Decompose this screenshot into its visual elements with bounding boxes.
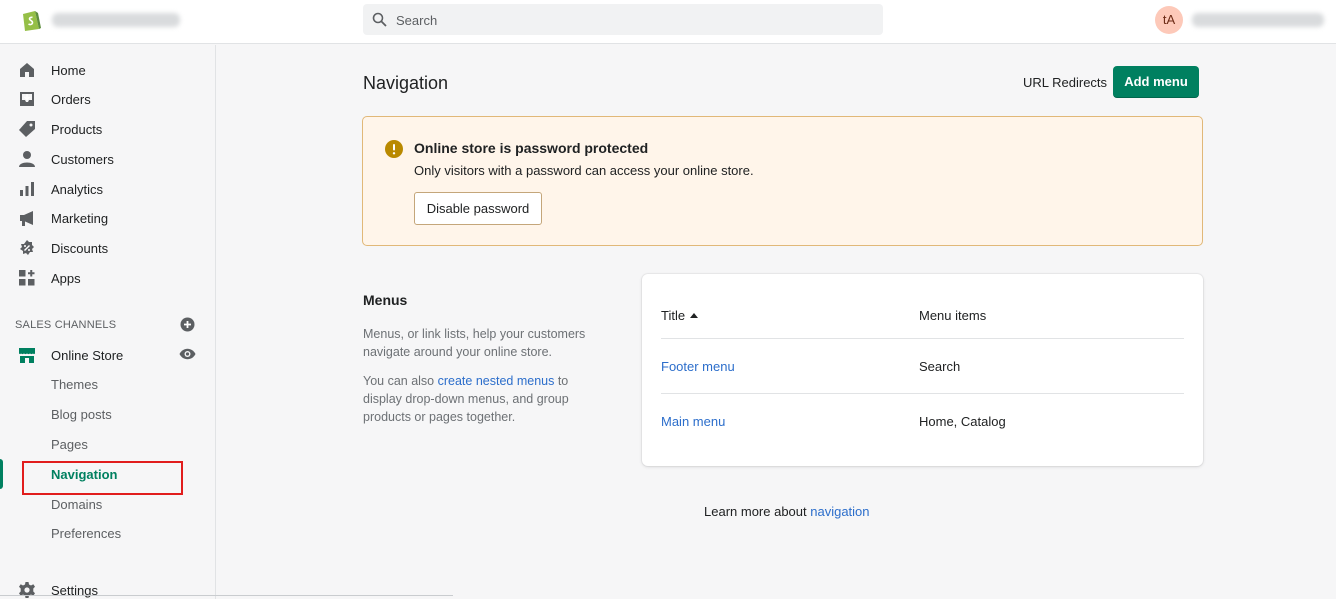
disable-password-button[interactable]: Disable password: [414, 192, 542, 225]
sidebar-subitem-themes[interactable]: Themes: [51, 377, 98, 392]
sidebar-item-orders[interactable]: Orders: [0, 85, 215, 113]
divider: [0, 595, 453, 596]
menu-title-footer[interactable]: Footer menu: [661, 359, 735, 374]
create-nested-menus-link[interactable]: create nested menus: [438, 374, 555, 388]
sidebar-item-label: Home: [51, 63, 86, 78]
sidebar-item-label: Online Store: [51, 348, 124, 363]
sort-ascending-icon: [690, 313, 699, 318]
column-header-title[interactable]: Title: [661, 308, 699, 323]
add-channel-icon[interactable]: [180, 317, 195, 332]
sidebar-item-products[interactable]: Products: [0, 115, 215, 143]
nested-menus-description: You can also create nested menus to disp…: [363, 372, 603, 426]
apps-icon: [19, 270, 35, 286]
row-divider: [661, 393, 1184, 394]
sidebar-subitem-pages[interactable]: Pages: [51, 437, 88, 452]
menus-table-card: Title Menu items Footer menu Search Main…: [642, 274, 1203, 466]
sales-channels-header: SALES CHANNELS: [15, 319, 117, 331]
password-protected-banner: Online store is password protected Only …: [362, 116, 1203, 246]
sidebar-subitem-blog-posts[interactable]: Blog posts: [51, 407, 112, 422]
menu-title-main[interactable]: Main menu: [661, 414, 725, 429]
gear-icon: [19, 582, 35, 598]
avatar[interactable]: tA: [1155, 6, 1183, 34]
sidebar-item-customers[interactable]: Customers: [0, 145, 215, 173]
megaphone-icon: [20, 211, 33, 226]
sidebar: Home Orders Products Customers Analytics…: [0, 45, 216, 599]
top-bar: Search tA: [0, 0, 1336, 44]
sidebar-item-label: Analytics: [51, 182, 104, 197]
home-icon: [20, 63, 34, 77]
sidebar-subitem-domains[interactable]: Domains: [51, 497, 102, 512]
navigation-help-link[interactable]: navigation: [810, 504, 869, 519]
banner-title: Online store is password protected: [414, 140, 649, 156]
orders-icon: [20, 92, 34, 106]
bar-chart-icon: [20, 182, 34, 196]
desc-text-before: You can also: [363, 374, 438, 388]
menus-section-title: Menus: [363, 292, 408, 308]
sidebar-item-label: Marketing: [51, 211, 109, 226]
menu-items-footer: Search: [919, 359, 961, 374]
search-placeholder: Search: [396, 13, 438, 28]
page-title: Navigation: [363, 73, 449, 93]
search-icon: [372, 12, 387, 27]
banner-text: Only visitors with a password can access…: [414, 163, 754, 178]
row-divider: [661, 338, 1184, 339]
view-store-eye-icon[interactable]: [179, 348, 196, 360]
warning-icon: [385, 140, 403, 158]
highlight-annotation: [22, 461, 183, 495]
active-indicator: [0, 459, 3, 489]
learn-more-text: Learn more about navigation: [704, 504, 870, 519]
add-menu-button[interactable]: Add menu: [1113, 66, 1199, 98]
store-name-blurred[interactable]: [52, 13, 180, 27]
account-name-blurred[interactable]: [1192, 13, 1324, 27]
column-header-menu-items: Menu items: [919, 308, 987, 323]
sidebar-item-label: Customers: [51, 152, 114, 167]
column-header-title-label: Title: [661, 308, 686, 323]
menu-items-main: Home, Catalog: [919, 414, 1006, 429]
tag-icon: [19, 121, 35, 137]
sidebar-item-label: Products: [51, 122, 103, 137]
url-redirects-link[interactable]: URL Redirects: [1023, 75, 1107, 90]
person-icon: [19, 151, 35, 167]
sidebar-item-home[interactable]: Home: [0, 56, 215, 84]
menus-description: Menus, or link lists, help your customer…: [363, 327, 586, 359]
shopify-logo[interactable]: [20, 8, 42, 32]
sidebar-item-label: Discounts: [51, 241, 109, 256]
sidebar-item-apps[interactable]: Apps: [0, 264, 215, 292]
sidebar-item-label: Orders: [51, 92, 91, 107]
search-bar[interactable]: Search: [363, 4, 883, 35]
sidebar-subitem-preferences[interactable]: Preferences: [51, 526, 121, 541]
sidebar-item-discounts[interactable]: Discounts: [0, 234, 215, 262]
sidebar-item-label: Apps: [51, 271, 81, 286]
sidebar-item-marketing[interactable]: Marketing: [0, 204, 215, 232]
discount-icon: [20, 240, 34, 255]
sidebar-item-analytics[interactable]: Analytics: [0, 175, 215, 203]
store-icon: [19, 348, 35, 363]
learn-more-prefix: Learn more about: [704, 504, 811, 519]
